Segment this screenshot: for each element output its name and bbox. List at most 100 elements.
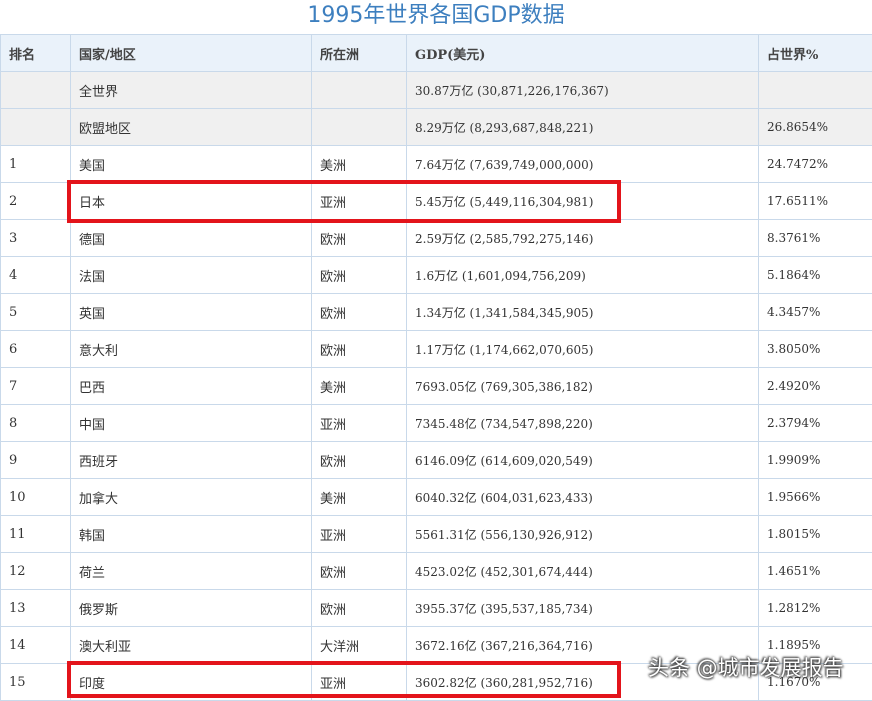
cell-country: 英国 bbox=[71, 294, 312, 331]
cell-continent: 欧洲 bbox=[312, 590, 407, 627]
cell-rank: 15 bbox=[1, 664, 71, 701]
header-rank[interactable]: 排名 bbox=[1, 35, 71, 72]
cell-continent: 欧洲 bbox=[312, 331, 407, 368]
gdp-table: 排名 国家/地区 所在洲 GDP(美元) 占世界% 全世界 30.87万亿 (30… bbox=[0, 34, 872, 701]
cell-gdp: 8.29万亿 (8,293,687,848,221) bbox=[407, 109, 759, 146]
table-row: 5英国欧洲1.34万亿 (1,341,584,345,905)4.3457% bbox=[1, 294, 872, 331]
cell-share: 26.8654% bbox=[759, 109, 872, 146]
cell-continent: 欧洲 bbox=[312, 257, 407, 294]
cell-country: 西班牙 bbox=[71, 442, 312, 479]
table-row: 9西班牙欧洲6146.09亿 (614,609,020,549)1.9909% bbox=[1, 442, 872, 479]
cell-share: 1.9909% bbox=[759, 442, 872, 479]
cell-continent: 欧洲 bbox=[312, 442, 407, 479]
cell-share bbox=[759, 72, 872, 109]
cell-country: 澳大利亚 bbox=[71, 627, 312, 664]
cell-rank: 2 bbox=[1, 183, 71, 220]
cell-rank: 6 bbox=[1, 331, 71, 368]
cell-country: 意大利 bbox=[71, 331, 312, 368]
cell-share: 2.3794% bbox=[759, 405, 872, 442]
cell-continent: 欧洲 bbox=[312, 553, 407, 590]
cell-country: 加拿大 bbox=[71, 479, 312, 516]
cell-gdp: 1.6万亿 (1,601,094,756,209) bbox=[407, 257, 759, 294]
cell-rank: 14 bbox=[1, 627, 71, 664]
cell-rank: 13 bbox=[1, 590, 71, 627]
cell-gdp: 30.87万亿 (30,871,226,176,367) bbox=[407, 72, 759, 109]
table-row: 12荷兰欧洲4523.02亿 (452,301,674,444)1.4651% bbox=[1, 553, 872, 590]
cell-share: 24.7472% bbox=[759, 146, 872, 183]
table-header-row: 排名 国家/地区 所在洲 GDP(美元) 占世界% bbox=[1, 35, 872, 72]
cell-rank: 4 bbox=[1, 257, 71, 294]
cell-country: 法国 bbox=[71, 257, 312, 294]
table-row: 8中国亚洲7345.48亿 (734,547,898,220)2.3794% bbox=[1, 405, 872, 442]
cell-country: 德国 bbox=[71, 220, 312, 257]
cell-gdp: 7693.05亿 (769,305,386,182) bbox=[407, 368, 759, 405]
cell-gdp: 5561.31亿 (556,130,926,912) bbox=[407, 516, 759, 553]
cell-country: 俄罗斯 bbox=[71, 590, 312, 627]
cell-continent bbox=[312, 109, 407, 146]
cell-country: 巴西 bbox=[71, 368, 312, 405]
header-country[interactable]: 国家/地区 bbox=[71, 35, 312, 72]
cell-share: 5.1864% bbox=[759, 257, 872, 294]
cell-rank: 12 bbox=[1, 553, 71, 590]
cell-gdp: 1.34万亿 (1,341,584,345,905) bbox=[407, 294, 759, 331]
cell-gdp: 5.45万亿 (5,449,116,304,981) bbox=[407, 183, 759, 220]
cell-country: 荷兰 bbox=[71, 553, 312, 590]
cell-rank: 5 bbox=[1, 294, 71, 331]
cell-continent bbox=[312, 72, 407, 109]
page-title: 1995年世界各国GDP数据 bbox=[0, 0, 872, 34]
cell-gdp: 1.17万亿 (1,174,662,070,605) bbox=[407, 331, 759, 368]
cell-rank bbox=[1, 109, 71, 146]
cell-rank: 7 bbox=[1, 368, 71, 405]
cell-rank bbox=[1, 72, 71, 109]
cell-rank: 8 bbox=[1, 405, 71, 442]
watermark: 头条 @城市发展报告 bbox=[648, 652, 844, 682]
cell-continent: 亚洲 bbox=[312, 183, 407, 220]
cell-share: 17.6511% bbox=[759, 183, 872, 220]
table-row: 6意大利欧洲1.17万亿 (1,174,662,070,605)3.8050% bbox=[1, 331, 872, 368]
table-row: 4法国欧洲1.6万亿 (1,601,094,756,209)5.1864% bbox=[1, 257, 872, 294]
header-continent[interactable]: 所在洲 bbox=[312, 35, 407, 72]
table-row: 欧盟地区 8.29万亿 (8,293,687,848,221)26.8654% bbox=[1, 109, 872, 146]
cell-rank: 11 bbox=[1, 516, 71, 553]
cell-continent: 亚洲 bbox=[312, 664, 407, 701]
cell-gdp: 7345.48亿 (734,547,898,220) bbox=[407, 405, 759, 442]
cell-gdp: 4523.02亿 (452,301,674,444) bbox=[407, 553, 759, 590]
cell-share: 2.4920% bbox=[759, 368, 872, 405]
cell-share: 1.4651% bbox=[759, 553, 872, 590]
cell-share: 1.2812% bbox=[759, 590, 872, 627]
table-row: 13俄罗斯欧洲3955.37亿 (395,537,185,734)1.2812% bbox=[1, 590, 872, 627]
cell-country: 日本 bbox=[71, 183, 312, 220]
cell-gdp: 6040.32亿 (604,031,623,433) bbox=[407, 479, 759, 516]
table-row: 1美国美洲7.64万亿 (7,639,749,000,000)24.7472% bbox=[1, 146, 872, 183]
cell-country: 欧盟地区 bbox=[71, 109, 312, 146]
cell-share: 3.8050% bbox=[759, 331, 872, 368]
cell-rank: 3 bbox=[1, 220, 71, 257]
header-gdp[interactable]: GDP(美元) bbox=[407, 35, 759, 72]
cell-share: 1.9566% bbox=[759, 479, 872, 516]
table-row: 3德国欧洲2.59万亿 (2,585,792,275,146)8.3761% bbox=[1, 220, 872, 257]
cell-rank: 1 bbox=[1, 146, 71, 183]
cell-continent: 欧洲 bbox=[312, 220, 407, 257]
cell-country: 中国 bbox=[71, 405, 312, 442]
cell-gdp: 2.59万亿 (2,585,792,275,146) bbox=[407, 220, 759, 257]
cell-continent: 美洲 bbox=[312, 479, 407, 516]
cell-country: 全世界 bbox=[71, 72, 312, 109]
cell-rank: 10 bbox=[1, 479, 71, 516]
table-row: 10加拿大美洲6040.32亿 (604,031,623,433)1.9566% bbox=[1, 479, 872, 516]
table-row: 7巴西美洲7693.05亿 (769,305,386,182)2.4920% bbox=[1, 368, 872, 405]
cell-continent: 亚洲 bbox=[312, 405, 407, 442]
cell-gdp: 7.64万亿 (7,639,749,000,000) bbox=[407, 146, 759, 183]
cell-rank: 9 bbox=[1, 442, 71, 479]
cell-share: 4.3457% bbox=[759, 294, 872, 331]
header-share[interactable]: 占世界% bbox=[759, 35, 872, 72]
cell-country: 印度 bbox=[71, 664, 312, 701]
cell-continent: 美洲 bbox=[312, 146, 407, 183]
cell-share: 1.8015% bbox=[759, 516, 872, 553]
cell-country: 韩国 bbox=[71, 516, 312, 553]
table-row: 2日本亚洲5.45万亿 (5,449,116,304,981)17.6511% bbox=[1, 183, 872, 220]
cell-gdp: 6146.09亿 (614,609,020,549) bbox=[407, 442, 759, 479]
cell-gdp: 3955.37亿 (395,537,185,734) bbox=[407, 590, 759, 627]
table-row: 全世界 30.87万亿 (30,871,226,176,367) bbox=[1, 72, 872, 109]
cell-continent: 大洋洲 bbox=[312, 627, 407, 664]
table-row: 11韩国亚洲5561.31亿 (556,130,926,912)1.8015% bbox=[1, 516, 872, 553]
